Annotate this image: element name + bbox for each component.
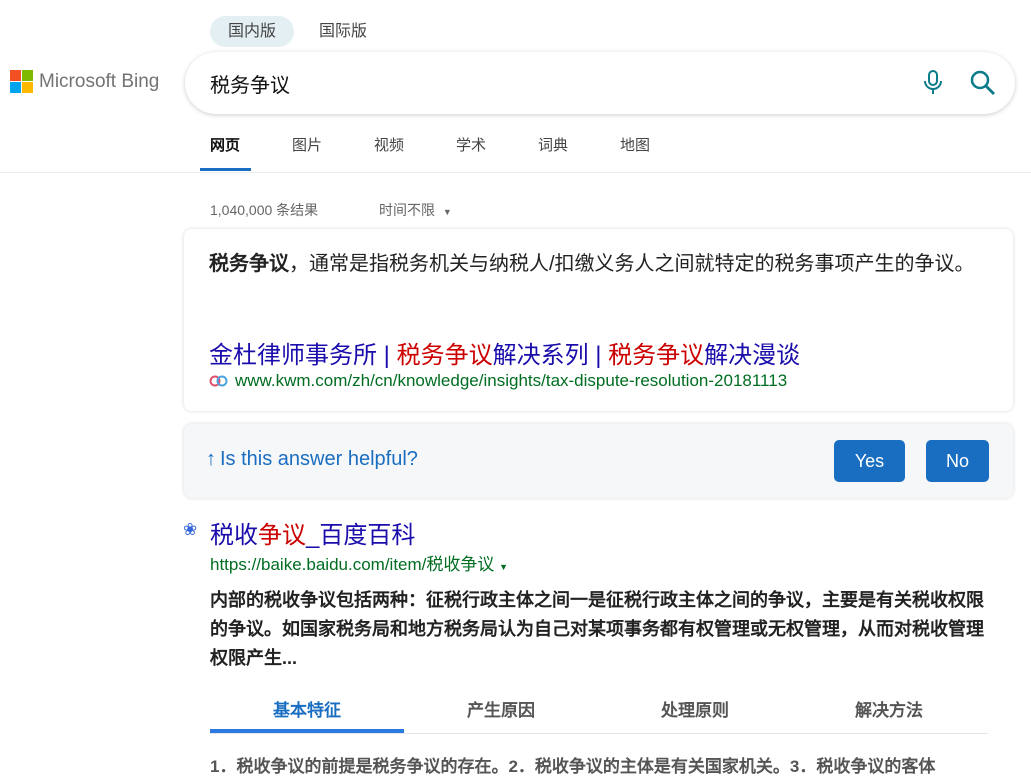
search-input[interactable] xyxy=(210,66,890,100)
tab-academic[interactable]: 学术 xyxy=(456,134,486,172)
tab-images[interactable]: 图片 xyxy=(292,134,322,172)
answer-definition: ，通常是指税务机关与纳税人/扣缴义务人之间就特定的税务事项产生的争议。 xyxy=(289,253,975,275)
microsoft-logo-icon xyxy=(10,70,33,93)
scope-international[interactable]: 国际版 xyxy=(301,16,385,47)
results-count: 1,040,000 条结果 xyxy=(210,200,318,220)
active-result-tab-indicator xyxy=(210,729,404,733)
tab-web[interactable]: 网页 xyxy=(210,134,240,172)
no-button[interactable]: No xyxy=(926,440,989,482)
result-url-text: https://baike.baidu.com/item/税收争议 xyxy=(210,555,494,574)
caret-down-icon: ▼ xyxy=(443,207,452,217)
title-part: _百度百科 xyxy=(306,522,415,549)
tab-content: 1．税收争议的前提是税务争议的存在。2．税收争议的主体是有关国家机关。3．税收争… xyxy=(210,752,935,777)
tab-dictionary[interactable]: 词典 xyxy=(538,134,568,172)
divider xyxy=(0,172,1031,173)
time-filter[interactable]: 时间不限 ▼ xyxy=(379,200,452,220)
answer-text: 税务争议，通常是指税务机关与纳税人/扣缴义务人之间就特定的税务事项产生的争议。 xyxy=(209,249,989,279)
tab-videos[interactable]: 视频 xyxy=(374,134,404,172)
yes-button[interactable]: Yes xyxy=(834,440,905,482)
result-tab-solutions[interactable]: 解决方法 xyxy=(792,696,986,721)
feedback-question: Is this answer helpful? xyxy=(220,448,418,471)
arrow-up-icon: ↑ xyxy=(206,448,216,471)
active-tab-indicator xyxy=(200,168,251,171)
baidu-paw-icon: ❀ xyxy=(183,520,197,540)
bing-logo[interactable]: Microsoft Bing xyxy=(10,70,159,93)
scope-domestic[interactable]: 国内版 xyxy=(210,16,294,47)
title-highlight: 税务争议 xyxy=(608,342,704,369)
time-filter-label: 时间不限 xyxy=(379,202,435,218)
title-highlight: 争议 xyxy=(258,522,306,549)
answer-card: 税务争议，通常是指税务机关与纳税人/扣缴义务人之间就特定的税务事项产生的争议。 … xyxy=(184,229,1013,411)
title-part: 金杜律师事务所 | xyxy=(209,342,397,369)
result-tab-features[interactable]: 基本特征 xyxy=(210,696,404,721)
result-url[interactable]: https://baike.baidu.com/item/税收争议 ▼ xyxy=(210,550,508,575)
title-part: 税收 xyxy=(210,522,258,549)
answer-term: 税务争议 xyxy=(209,253,289,275)
result-title-link[interactable]: 税收争议_百度百科 xyxy=(210,515,415,550)
result-tab-principles[interactable]: 处理原则 xyxy=(598,696,792,721)
tabs-divider xyxy=(210,733,988,734)
result-snippet: 内部的税收争议包括两种：征税行政主体之间一是征税行政主体之间的争议，主要是有关税… xyxy=(210,586,995,673)
tab-maps[interactable]: 地图 xyxy=(620,134,650,172)
search-icon[interactable] xyxy=(970,70,996,96)
microphone-icon[interactable] xyxy=(923,70,943,96)
title-highlight: 税务争议 xyxy=(397,342,493,369)
logo-text: Microsoft Bing xyxy=(39,71,159,93)
title-part: 解决漫谈 xyxy=(704,342,800,369)
title-part: 解决系列 | xyxy=(493,342,609,369)
result-tab-causes[interactable]: 产生原因 xyxy=(404,696,598,721)
feedback-panel: ↑Is this answer helpful? Yes No xyxy=(184,424,1013,498)
answer-url-text: www.kwm.com/zh/cn/knowledge/insights/tax… xyxy=(235,371,787,391)
search-box xyxy=(185,52,1015,114)
site-favicon-icon xyxy=(209,375,229,387)
caret-down-icon[interactable]: ▼ xyxy=(499,562,508,572)
answer-url[interactable]: www.kwm.com/zh/cn/knowledge/insights/tax… xyxy=(209,371,787,391)
answer-source-link[interactable]: 金杜律师事务所 | 税务争议解决系列 | 税务争议解决漫谈 xyxy=(209,335,800,370)
